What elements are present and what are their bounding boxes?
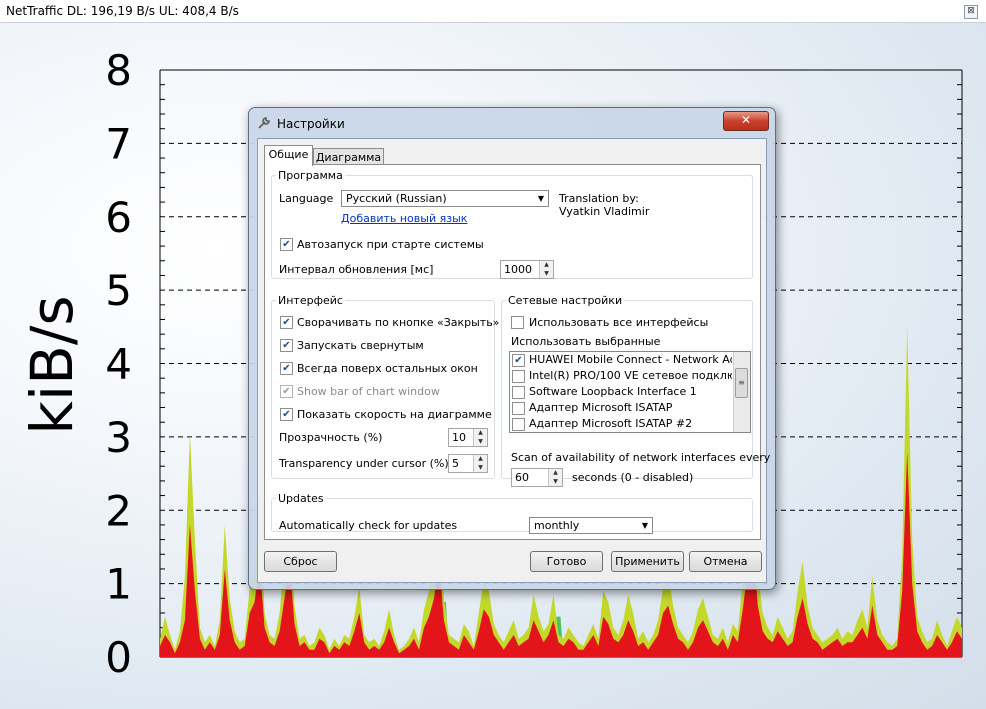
- list-item[interactable]: Адаптер Microsoft ISATAP #2: [512, 416, 732, 432]
- use-all-interfaces-label: Использовать все интерфейсы: [529, 316, 709, 329]
- interface-name: Адаптер Microsoft ISATAP #2: [529, 417, 693, 430]
- interface-checkbox[interactable]: ✔: [512, 354, 525, 367]
- transparency-value: 10: [452, 431, 466, 444]
- interval-value: 1000: [504, 263, 532, 276]
- always-on-top-label: Всегда поверх остальных окон: [297, 362, 478, 375]
- spin-up-icon[interactable]: ▲: [474, 455, 487, 463]
- list-item[interactable]: Адаптер Microsoft ISATAP: [512, 400, 732, 416]
- transparency-cursor-spinner[interactable]: 5 ▲ ▼: [448, 454, 488, 473]
- settings-dialog: Настройки ✕ Общие Диаграмма Программа La…: [248, 107, 776, 590]
- add-language-link[interactable]: Добавить новый язык: [341, 212, 467, 225]
- tab-panel-general: Программа Language Русский (Russian) ▼ Д…: [264, 164, 770, 540]
- window-title: NetTraffic DL: 196,19 B/s UL: 408,4 B/s: [6, 4, 239, 18]
- transparency-spinner[interactable]: 10 ▲ ▼: [448, 428, 488, 447]
- apply-button[interactable]: Применить: [611, 551, 684, 572]
- y-tick-label: 6: [105, 193, 132, 242]
- chevron-down-icon: ▼: [537, 194, 544, 203]
- translation-by-label: Translation by:: [559, 192, 639, 205]
- reset-button[interactable]: Сброс: [264, 551, 337, 572]
- scan-value: 60: [515, 471, 529, 484]
- scan-spinner[interactable]: 60 ▲ ▼: [511, 468, 563, 487]
- y-tick-label: 2: [105, 486, 132, 535]
- spin-up-icon[interactable]: ▲: [549, 469, 562, 477]
- interval-label: Интервал обновления [мс]: [279, 263, 434, 276]
- translator-name: Vyatkin Vladimir: [559, 205, 650, 218]
- y-tick-label: 3: [105, 413, 132, 462]
- dialog-title: Настройки: [277, 117, 345, 131]
- minimize-on-close-label: Сворачивать по кнопке «Закрыть»: [297, 316, 500, 329]
- network-legend: Сетевые настройки: [508, 294, 623, 307]
- y-tick-label: 1: [105, 560, 132, 609]
- interface-checkbox[interactable]: [512, 418, 525, 431]
- always-on-top-checkbox[interactable]: ✔: [280, 362, 293, 375]
- update-frequency-select[interactable]: monthly ▼: [529, 517, 653, 534]
- interface-checkbox[interactable]: [512, 386, 525, 399]
- scan-label: Scan of availability of network interfac…: [511, 451, 771, 464]
- list-item[interactable]: Intel(R) PRO/100 VE сетевое подключен: [512, 368, 732, 384]
- update-frequency-value: monthly: [534, 519, 580, 532]
- show-bar-checkbox: ✔: [280, 385, 293, 398]
- show-speed-checkbox[interactable]: ✔: [280, 408, 293, 421]
- interface-name: Software Loopback Interface 1: [529, 385, 697, 398]
- dialog-titlebar[interactable]: Настройки ✕: [249, 108, 775, 138]
- interface-name: Intel(R) PRO/100 VE сетевое подключен: [529, 369, 732, 382]
- interface-checkbox[interactable]: [512, 370, 525, 383]
- done-button[interactable]: Готово: [530, 551, 603, 572]
- transparency-cursor-value: 5: [452, 457, 459, 470]
- y-tick-label: 0: [105, 633, 132, 682]
- interface-name: Адаптер Microsoft ISATAP: [529, 401, 673, 414]
- auto-check-label: Automatically check for updates: [279, 519, 458, 532]
- show-bar-label: Show bar of chart window: [297, 385, 440, 398]
- autostart-checkbox[interactable]: ✔: [280, 238, 293, 251]
- cancel-button[interactable]: Отмена: [689, 551, 762, 572]
- list-item[interactable]: Software Loopback Interface 1: [512, 384, 732, 400]
- show-speed-label: Показать скорость на диаграмме: [297, 408, 492, 421]
- interface-list[interactable]: ✔ HUAWEI Mobile Connect - Network Adapt …: [509, 351, 751, 433]
- interval-spinner[interactable]: 1000 ▲ ▼: [500, 260, 554, 279]
- use-selected-label: Использовать выбранные: [511, 335, 661, 348]
- dialog-body: Общие Диаграмма Программа Language Русск…: [257, 138, 770, 583]
- list-item[interactable]: ✔ HUAWEI Mobile Connect - Network Adapt: [512, 352, 732, 368]
- dialog-close-button[interactable]: ✕: [723, 111, 769, 131]
- chevron-down-icon: ▼: [641, 521, 648, 530]
- y-tick-label: 8: [105, 46, 132, 95]
- spin-up-icon[interactable]: ▲: [540, 261, 553, 269]
- y-tick-label: 7: [105, 119, 132, 168]
- start-minimized-label: Запускать свернутым: [297, 339, 424, 352]
- wrench-icon: [257, 116, 271, 134]
- interface-name: HUAWEI Mobile Connect - Network Adapt: [529, 353, 732, 366]
- minimize-on-close-checkbox[interactable]: ✔: [280, 316, 293, 329]
- scrollbar-thumb[interactable]: ≡: [735, 368, 748, 398]
- y-tick-label: 4: [105, 340, 132, 389]
- interface-legend: Интерфейс: [278, 294, 343, 307]
- program-legend: Программа: [278, 169, 343, 182]
- interface-checkbox[interactable]: [512, 402, 525, 415]
- spin-down-icon[interactable]: ▼: [549, 478, 562, 486]
- window-titlebar: NetTraffic DL: 196,19 B/s UL: 408,4 B/s …: [0, 0, 986, 23]
- language-select[interactable]: Русский (Russian) ▼: [341, 190, 549, 207]
- transparency-cursor-label: Transparency under cursor (%): [279, 457, 449, 470]
- spin-up-icon[interactable]: ▲: [474, 429, 487, 437]
- updates-legend: Updates: [278, 492, 324, 505]
- scan-suffix: seconds (0 - disabled): [572, 471, 694, 484]
- window-close-icon[interactable]: ⊠: [964, 5, 978, 19]
- y-tick-label: 5: [105, 266, 132, 315]
- spin-down-icon[interactable]: ▼: [474, 464, 487, 472]
- use-all-interfaces-checkbox[interactable]: [511, 316, 524, 329]
- spin-down-icon[interactable]: ▼: [474, 438, 487, 446]
- autostart-label: Автозапуск при старте системы: [297, 238, 484, 251]
- tab-general[interactable]: Общие: [264, 145, 313, 166]
- interface-list-scrollbar[interactable]: ≡: [733, 352, 750, 432]
- transparency-label: Прозрачность (%): [279, 431, 383, 444]
- language-label: Language: [279, 192, 334, 205]
- y-axis-label: kiB/s: [18, 295, 86, 434]
- spin-down-icon[interactable]: ▼: [540, 270, 553, 278]
- start-minimized-checkbox[interactable]: ✔: [280, 339, 293, 352]
- language-value: Русский (Russian): [346, 192, 447, 205]
